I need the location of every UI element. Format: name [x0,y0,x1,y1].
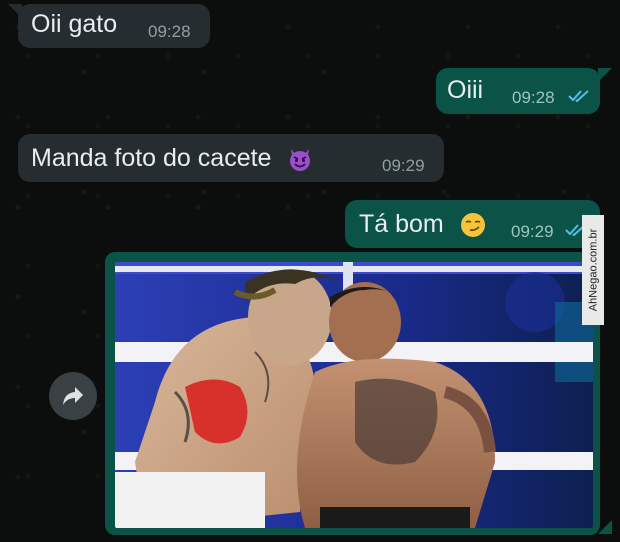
smirking-face-emoji [460,213,485,238]
message-bubble-incoming[interactable]: Manda foto do cacete 09:29 [18,134,444,182]
smiling-face-with-horns-emoji [290,149,311,172]
watermark-text: AhNegao.com.br [587,228,600,312]
message-bubble-outgoing[interactable]: Oiii 09:28 [436,68,600,114]
bubble-tail [8,4,22,18]
message-bubble-incoming[interactable]: Oii gato 09:28 [18,4,210,48]
message-time: 09:28 [512,88,555,107]
message-text-content: Tá bom [359,210,444,238]
message-text: Oii gato [31,10,118,38]
message-time: 09:28 [148,22,191,41]
double-check-icon [568,90,589,103]
message-text-content: Manda foto do cacete [31,144,272,172]
watermark: AhNegao.com.br [582,215,604,325]
bubble-tail [598,68,612,82]
boxing-photo-image [115,262,593,528]
boxing-photo[interactable] [115,262,593,528]
forward-icon [63,387,83,405]
message-text: Oiii [447,76,484,104]
message-time: 09:29 [511,222,554,241]
message-text: Manda foto do cacete [31,144,314,173]
message-text: Tá bom [359,210,487,239]
message-bubble-outgoing[interactable]: Tá bom 09:29 [345,200,600,248]
bubble-tail [598,520,612,534]
message-time: 09:29 [382,156,425,175]
forward-button[interactable] [49,372,97,420]
